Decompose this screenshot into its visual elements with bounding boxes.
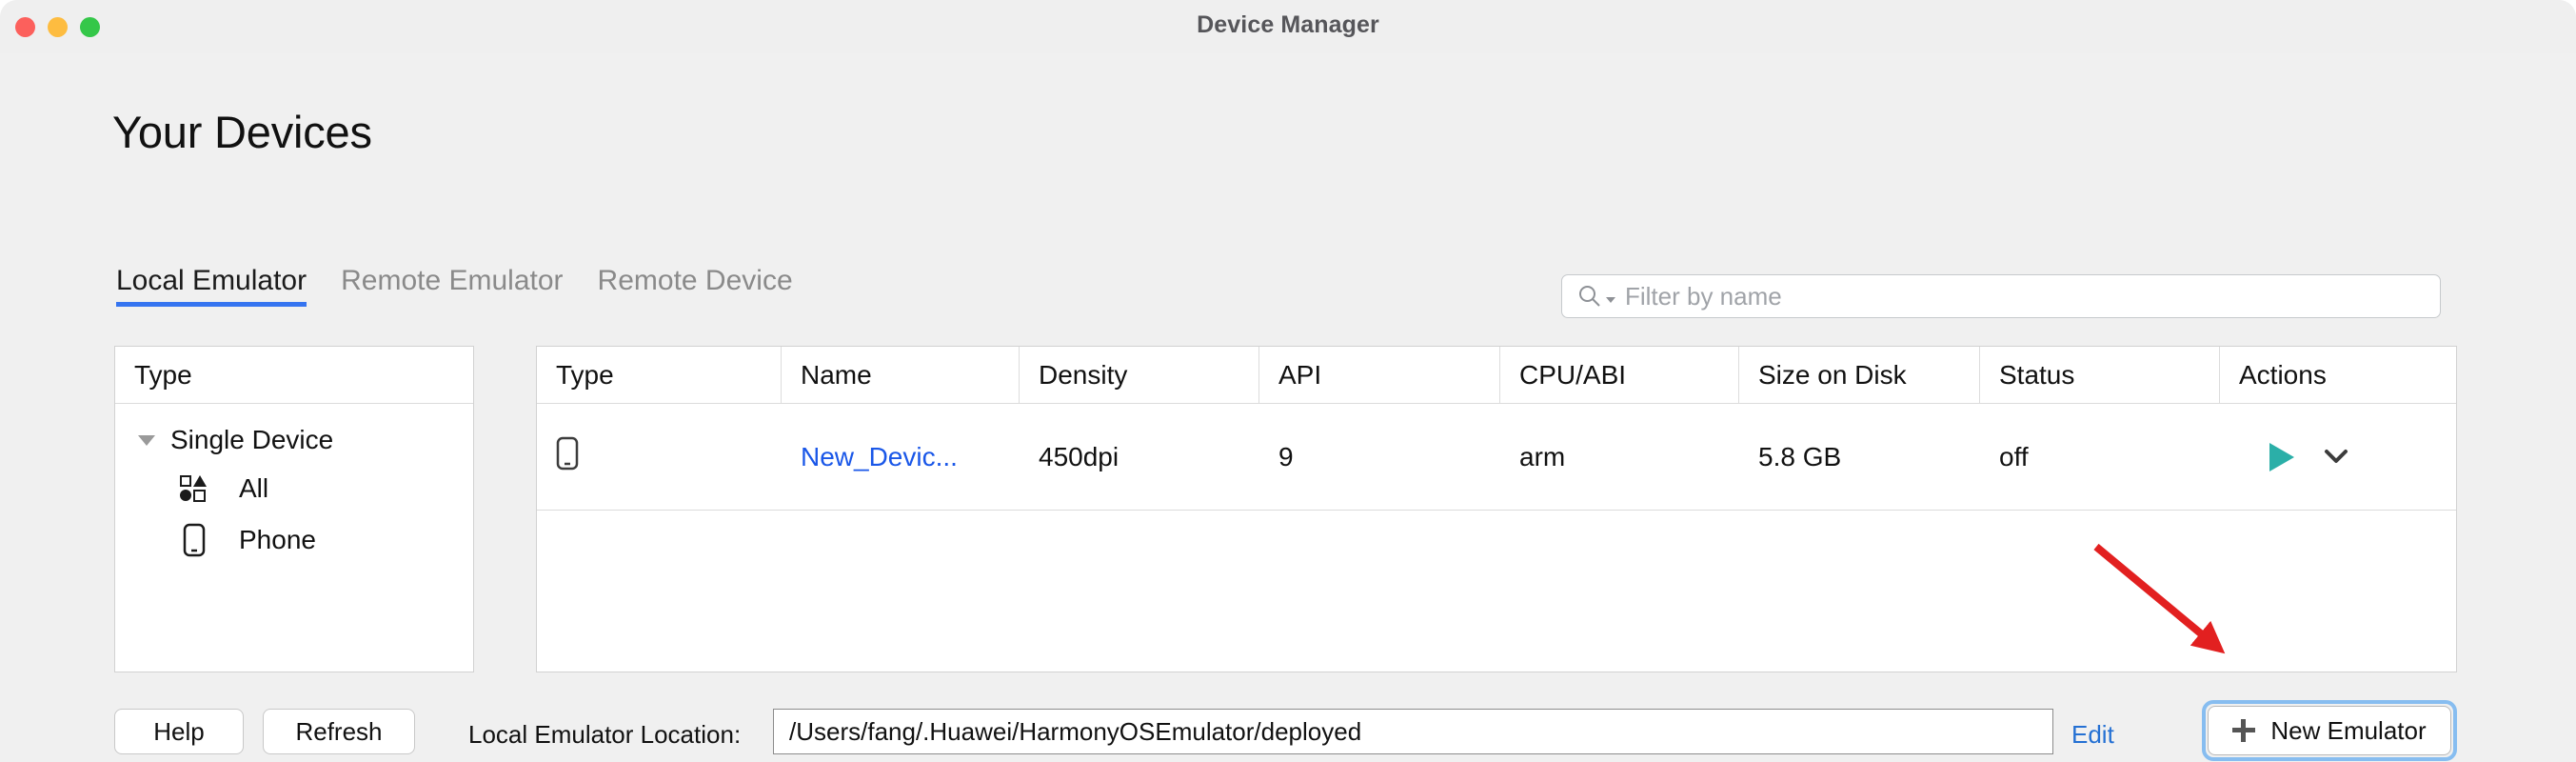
column-header-api[interactable]: API <box>1259 347 1500 403</box>
type-filter-tree: Single Device All Phone <box>115 404 473 566</box>
cell-cpu-abi: arm <box>1519 441 1566 471</box>
cell-name: New_Devic... <box>782 404 1020 510</box>
local-emulator-location-input[interactable]: /Users/fang/.Huawei/HarmonyOSEmulator/de… <box>773 709 2053 754</box>
caret-down-icon[interactable] <box>138 434 155 446</box>
new-emulator-button[interactable]: New Emulator <box>2208 706 2451 755</box>
type-filter-panel: Type Single Device All Phone <box>114 346 474 672</box>
cell-status: off <box>1999 441 2029 471</box>
type-filter-header: Type <box>115 347 473 404</box>
run-play-icon[interactable] <box>2269 442 2294 471</box>
column-header-status[interactable]: Status <box>1980 347 2220 403</box>
shapes-icon <box>178 475 210 502</box>
sidebar-item-all-label: All <box>239 473 269 503</box>
plus-icon <box>2232 719 2256 742</box>
window-title: Device Manager <box>1197 11 1379 38</box>
tab-local-emulator[interactable]: Local Emulator <box>114 265 324 307</box>
main-content: Your Devices Local Emulator Remote Emula… <box>0 53 2576 762</box>
column-header-density[interactable]: Density <box>1020 347 1259 403</box>
tree-group-single-device[interactable]: Single Device <box>115 417 473 463</box>
search-scope-chevron-down-icon[interactable] <box>1606 297 1615 303</box>
device-name-link[interactable]: New_Devic... <box>801 442 958 472</box>
sidebar-item-phone-label: Phone <box>239 525 316 554</box>
column-header-cpu-abi[interactable]: CPU/ABI <box>1500 347 1739 403</box>
titlebar: Device Manager <box>0 0 2576 54</box>
column-header-size-on-disk[interactable]: Size on Disk <box>1739 347 1980 403</box>
phone-icon <box>556 436 579 477</box>
cell-api: 9 <box>1278 441 1294 471</box>
sidebar-item-phone[interactable]: Phone <box>115 514 473 566</box>
device-manager-window: Device Manager Your Devices Local Emulat… <box>0 0 2576 762</box>
phone-icon <box>178 523 210 557</box>
help-button[interactable]: Help <box>114 709 244 754</box>
cell-type <box>537 404 782 510</box>
tree-group-label: Single Device <box>170 425 334 454</box>
cell-actions <box>2220 404 2456 510</box>
new-emulator-label: New Emulator <box>2270 715 2427 745</box>
column-header-type[interactable]: Type <box>537 347 782 403</box>
cell-density: 450dpi <box>1039 441 1120 471</box>
column-header-actions: Actions <box>2239 359 2327 390</box>
search-placeholder: Filter by name <box>1625 281 1782 311</box>
table-row[interactable]: New_Devic... 450dpi 9 arm 5.8 GB off <box>537 404 2456 511</box>
devices-table: Type Name Density API CPU/ABI Size on Di… <box>536 346 2457 672</box>
search-icon <box>1577 284 1602 309</box>
new-emulator-focus-ring: New Emulator <box>2202 700 2457 761</box>
table-header-row: Type Name Density API CPU/ABI Size on Di… <box>537 347 2456 404</box>
column-header-name[interactable]: Name <box>782 347 1020 403</box>
tab-remote-emulator[interactable]: Remote Emulator <box>324 265 580 307</box>
local-emulator-location-label: Local Emulator Location: <box>468 720 742 749</box>
tab-remote-device[interactable]: Remote Device <box>581 265 810 307</box>
refresh-button[interactable]: Refresh <box>263 709 415 754</box>
cell-size-on-disk: 5.8 GB <box>1758 441 1842 471</box>
device-source-tabs: Local Emulator Remote Emulator Remote De… <box>114 265 810 307</box>
edit-location-link[interactable]: Edit <box>2071 720 2114 750</box>
chevron-down-icon[interactable] <box>2323 442 2349 472</box>
sidebar-item-all[interactable]: All <box>115 463 473 514</box>
search-input[interactable]: Filter by name <box>1561 274 2441 318</box>
page-title: Your Devices <box>112 107 372 157</box>
